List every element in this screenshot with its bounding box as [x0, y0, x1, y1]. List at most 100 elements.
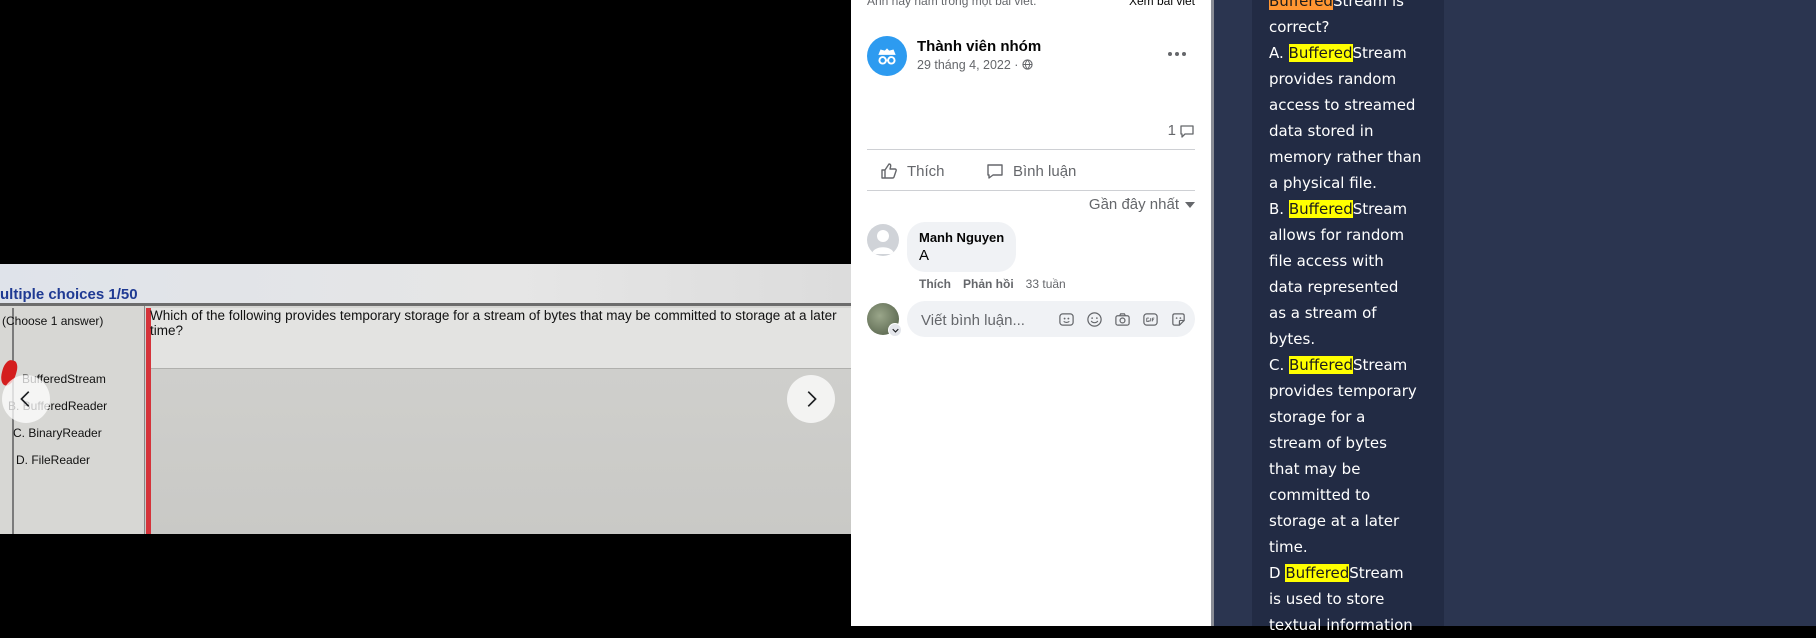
comment-time[interactable]: 33 tuần	[1026, 277, 1066, 291]
comment-like-button[interactable]: Thích	[919, 277, 951, 291]
quiz-line: data represented	[1269, 278, 1399, 296]
quiz-line: time.	[1269, 538, 1308, 556]
quiz-line-prefix: A.	[1269, 44, 1289, 62]
quiz-line: storage for a	[1269, 408, 1366, 426]
quiz-line: provides random	[1269, 70, 1397, 88]
poster-name[interactable]: Thành viên nhóm	[917, 38, 1041, 55]
anonymous-member-avatar[interactable]	[867, 36, 907, 76]
quiz-line: data stored in	[1269, 122, 1374, 140]
photo-choose-text: (Choose 1 answer)	[2, 314, 104, 328]
gif-icon	[1142, 312, 1158, 326]
comment-bubble: Manh Nguyen A	[907, 222, 1017, 272]
quiz-line: B. BufferedStream	[1269, 196, 1439, 222]
quiz-line-suffix: Stream	[1349, 564, 1404, 582]
quiz-line: allows for random	[1269, 226, 1405, 244]
quiz-line-prefix: B.	[1269, 200, 1289, 218]
quiz-line-suffix: Stream	[1352, 200, 1408, 218]
chevron-down-icon	[891, 328, 899, 333]
like-button[interactable]: Thích	[879, 155, 945, 187]
quiz-line: access to streamed	[1269, 96, 1416, 114]
current-search-highlight: Buffered	[1269, 0, 1333, 10]
search-highlight: Buffered	[1288, 200, 1353, 218]
search-highlight: Buffered	[1288, 44, 1353, 62]
comment-input[interactable]	[919, 301, 1053, 339]
comment-input-pill	[907, 301, 1195, 339]
commenter-avatar[interactable]	[867, 224, 899, 256]
comment-count-value: 1	[1167, 122, 1176, 139]
quiz-line: provides temporary	[1269, 382, 1417, 400]
quiz-line: storage at a later	[1269, 512, 1400, 530]
divider	[867, 190, 1195, 191]
photo-option-d: D. FileReader	[16, 453, 91, 467]
search-highlight: Buffered	[1289, 356, 1353, 374]
comment-button[interactable]: Bình luận	[985, 155, 1076, 187]
post-date-text: 29 tháng 4, 2022 ·	[917, 58, 1019, 72]
photo: ultiple choices 1/50 (Choose 1 answer) B…	[0, 264, 851, 534]
comment-text: A	[919, 247, 930, 264]
quiz-line: is used to store	[1269, 590, 1385, 608]
divider	[867, 149, 1195, 150]
view-post-link[interactable]: Xem bài viết	[1129, 0, 1195, 8]
default-user-icon	[872, 230, 894, 254]
quiz-line-prefix: C.	[1269, 356, 1290, 374]
emoji-icon	[1086, 311, 1102, 327]
incognito-icon	[878, 48, 896, 65]
quiz-line: a physical file.	[1269, 174, 1377, 192]
chevron-right-icon	[807, 391, 817, 407]
photo-option-c: C. BinaryReader	[13, 426, 102, 440]
caret-down-icon	[1185, 201, 1195, 208]
quiz-line-suffix: Stream	[1352, 356, 1408, 374]
quiz-line-prefix: D	[1269, 564, 1286, 582]
post-link-strip: Ảnh này nằm trong một bài viết. Xem bài …	[867, 0, 1195, 8]
photo-question-text: Which of the following provides temporar…	[150, 308, 837, 338]
quiz-line: committed to	[1269, 486, 1371, 504]
quiz-line: memory rather than	[1269, 148, 1422, 166]
quiz-line: stream of bytes	[1269, 434, 1387, 452]
globe-icon	[1022, 59, 1033, 70]
more-options-button[interactable]	[1159, 40, 1195, 68]
quiz-line: D BufferedStream	[1269, 560, 1439, 586]
sort-label: Gần đây nhất	[1088, 196, 1179, 213]
avatar-switch-badge[interactable]	[888, 323, 902, 337]
sticker-icon	[1171, 312, 1185, 326]
quiz-line-suffix: Stream is	[1332, 0, 1404, 10]
quiz-line: textual information	[1269, 616, 1413, 634]
thumbs-up-icon	[881, 163, 897, 179]
next-photo-button[interactable]	[787, 375, 835, 423]
comment-composer	[867, 301, 1195, 339]
quiz-answer-text: BufferedStream is correct? A. BufferedStre…	[1269, 0, 1439, 638]
comment-count[interactable]: 1	[1168, 122, 1195, 139]
photo-header-text: ultiple choices 1/50	[0, 286, 138, 303]
post-header: Thành viên nhóm 29 tháng 4, 2022 ·	[867, 36, 1195, 78]
quiz-line: as a stream of	[1269, 304, 1377, 322]
post-side-panel: Ảnh này nằm trong một bài viết. Xem bài …	[851, 0, 1211, 626]
sticker-button[interactable]	[1169, 310, 1187, 328]
avatar-sticker-icon	[1058, 312, 1074, 326]
comment-bubble-icon	[1180, 124, 1194, 138]
comment-item: Manh Nguyen A Thích Phản hồi 33 tuần	[867, 222, 1195, 292]
quiz-line: C. BufferedStream	[1269, 352, 1439, 378]
comment-sort-dropdown[interactable]: Gần đây nhất	[1089, 196, 1195, 213]
photo-viewer: ultiple choices 1/50 (Choose 1 answer) B…	[0, 0, 851, 626]
quiz-line: BufferedStream is	[1269, 0, 1439, 14]
comment-reply-button[interactable]: Phản hồi	[963, 277, 1014, 291]
post-date[interactable]: 29 tháng 4, 2022 ·	[917, 58, 1033, 72]
comment-actions: Thích Phản hồi 33 tuần	[919, 277, 1066, 291]
quiz-line: A. BufferedStream	[1269, 40, 1439, 66]
chevron-left-icon	[20, 391, 30, 407]
avatar-sticker-button[interactable]	[1057, 310, 1075, 328]
emoji-button[interactable]	[1085, 310, 1103, 328]
quiz-line: that may be	[1269, 460, 1361, 478]
search-highlight: Buffered	[1285, 564, 1350, 582]
photo-in-post-text: Ảnh này nằm trong một bài viết.	[867, 0, 1037, 8]
comment-icon	[987, 164, 1003, 179]
previous-photo-button[interactable]	[2, 375, 50, 423]
commenter-name[interactable]: Manh Nguyen	[919, 230, 1004, 245]
photo-attach-button[interactable]	[1113, 310, 1131, 328]
post-actions: Thích Bình luận	[867, 155, 1195, 187]
quiz-line: file access with	[1269, 252, 1384, 270]
composer-icons	[1057, 310, 1187, 328]
comment-label: Bình luận	[1013, 162, 1077, 180]
quiz-line: correct?	[1269, 18, 1330, 36]
gif-button[interactable]	[1141, 310, 1159, 328]
